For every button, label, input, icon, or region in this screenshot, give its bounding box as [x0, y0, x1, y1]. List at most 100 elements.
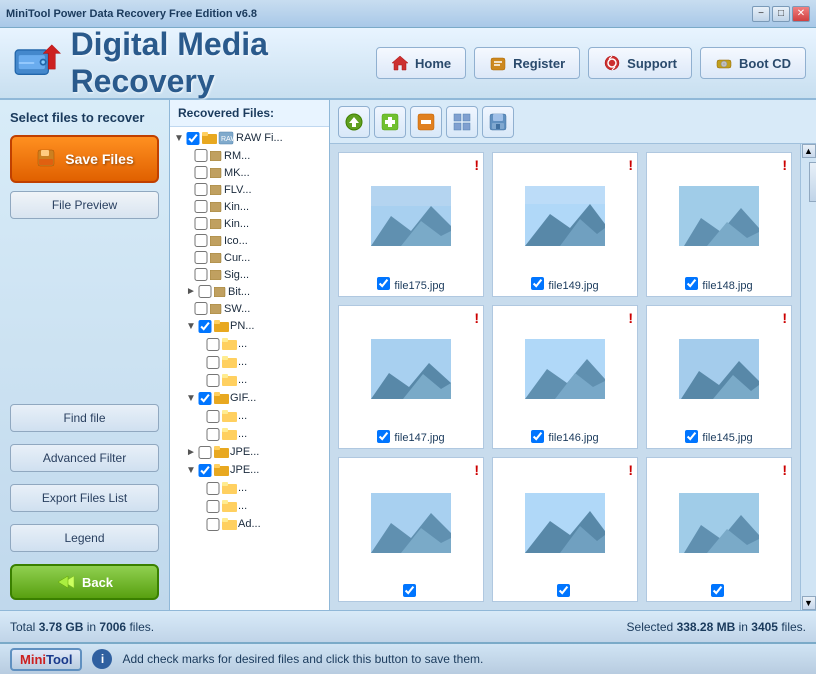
image-cell[interactable]: ! file149.jpg: [492, 152, 638, 297]
tree-item[interactable]: Cur...: [170, 249, 329, 266]
tree-checkbox[interactable]: [198, 464, 212, 477]
tree-item[interactable]: ...: [170, 407, 329, 425]
cell-checkbox[interactable]: [403, 584, 416, 597]
scroll-thumb[interactable]: [809, 162, 816, 202]
image-cell[interactable]: !: [338, 457, 484, 602]
tree-item[interactable]: ► JPE...: [170, 443, 329, 461]
tree-item[interactable]: ...: [170, 335, 329, 353]
image-preview: [651, 310, 787, 429]
tree-checkbox[interactable]: [186, 132, 200, 145]
cell-checkbox[interactable]: [377, 277, 390, 290]
subfolder-icon: [222, 517, 238, 531]
vertical-scrollbar[interactable]: ▲ ▼: [800, 144, 816, 610]
tree-checkbox[interactable]: [206, 356, 220, 369]
cell-checkbox[interactable]: [557, 584, 570, 597]
tree-item[interactable]: ▼ GIF...: [170, 389, 329, 407]
file-preview-button[interactable]: File Preview: [10, 191, 159, 219]
register-button[interactable]: Register: [474, 47, 580, 79]
image-cell[interactable]: ! file147.jpg: [338, 305, 484, 450]
tree-item[interactable]: ▼ RAW RAW Fi...: [170, 129, 329, 147]
thumbnail-image: [371, 339, 451, 399]
tree-checkbox[interactable]: [198, 320, 212, 333]
tree-item[interactable]: ...: [170, 371, 329, 389]
image-cell[interactable]: ! file146.jpg: [492, 305, 638, 450]
cell-checkbox[interactable]: [685, 430, 698, 443]
tree-checkbox[interactable]: [194, 251, 208, 264]
bootcd-button[interactable]: Boot CD: [700, 47, 806, 79]
tree-item[interactable]: Ad...: [170, 515, 329, 533]
image-cell[interactable]: !: [492, 457, 638, 602]
cell-checkbox[interactable]: [711, 584, 724, 597]
tree-checkbox[interactable]: [194, 183, 208, 196]
tree-checkbox[interactable]: [206, 482, 220, 495]
tree-checkbox[interactable]: [194, 268, 208, 281]
tree-item[interactable]: RM...: [170, 147, 329, 164]
image-cell[interactable]: ! file148.jpg: [646, 152, 792, 297]
tree-item[interactable]: ...: [170, 479, 329, 497]
file-type-icon: RAW: [218, 131, 234, 145]
advanced-filter-button[interactable]: Advanced Filter: [10, 444, 159, 472]
support-button[interactable]: Support: [588, 47, 692, 79]
tree-checkbox[interactable]: [206, 518, 220, 531]
tree-checkbox[interactable]: [194, 302, 208, 315]
remove-button[interactable]: [410, 106, 442, 138]
image-preview: [343, 157, 479, 276]
export-files-list-button[interactable]: Export Files List: [10, 484, 159, 512]
tree-checkbox[interactable]: [206, 410, 220, 423]
save-button[interactable]: [482, 106, 514, 138]
tree-checkbox[interactable]: [206, 428, 220, 441]
tree-item[interactable]: ...: [170, 497, 329, 515]
tree-checkbox[interactable]: [194, 234, 208, 247]
tree-item[interactable]: Kin...: [170, 198, 329, 215]
main-layout: Select files to recover Save Files File …: [0, 100, 816, 610]
save-files-button[interactable]: Save Files: [10, 135, 159, 183]
tree-item[interactable]: FLV...: [170, 181, 329, 198]
image-cell[interactable]: ! file145.jpg: [646, 305, 792, 450]
grid-view-button[interactable]: [446, 106, 478, 138]
tree-checkbox[interactable]: [194, 166, 208, 179]
image-cell[interactable]: ! file175.jpg: [338, 152, 484, 297]
tree-item[interactable]: ▼ PN...: [170, 317, 329, 335]
save-icon: [489, 113, 507, 131]
tree-item[interactable]: Ico...: [170, 232, 329, 249]
tree-item[interactable]: ...: [170, 425, 329, 443]
navigate-up-button[interactable]: [338, 106, 370, 138]
tree-checkbox[interactable]: [194, 200, 208, 213]
cell-checkbox[interactable]: [377, 430, 390, 443]
tree-checkbox[interactable]: [198, 446, 212, 459]
cell-checkbox[interactable]: [531, 430, 544, 443]
scroll-up-button[interactable]: ▲: [802, 144, 816, 158]
minitool-logo: MiniTool: [10, 648, 82, 671]
tree-checkbox[interactable]: [194, 217, 208, 230]
find-file-button[interactable]: Find file: [10, 404, 159, 432]
tree-container[interactable]: ▼ RAW RAW Fi... RM...: [170, 127, 329, 610]
tree-checkbox[interactable]: [194, 149, 208, 162]
back-button[interactable]: Back: [10, 564, 159, 600]
minimize-button[interactable]: −: [752, 6, 770, 22]
tree-item[interactable]: ► Bit...: [170, 283, 329, 300]
close-button[interactable]: ✕: [792, 6, 810, 22]
maximize-button[interactable]: □: [772, 6, 790, 22]
tree-checkbox[interactable]: [206, 338, 220, 351]
cell-checkbox[interactable]: [531, 277, 544, 290]
subfolder-icon: [222, 409, 238, 423]
scroll-down-button[interactable]: ▼: [802, 596, 816, 610]
tree-checkbox[interactable]: [198, 285, 212, 298]
legend-button[interactable]: Legend: [10, 524, 159, 552]
add-button[interactable]: [374, 106, 406, 138]
tree-item[interactable]: MK...: [170, 164, 329, 181]
home-button[interactable]: Home: [376, 47, 466, 79]
error-badge: !: [474, 157, 479, 173]
tree-item[interactable]: SW...: [170, 300, 329, 317]
tree-checkbox[interactable]: [198, 392, 212, 405]
tree-item[interactable]: Kin...: [170, 215, 329, 232]
tree-item[interactable]: ...: [170, 353, 329, 371]
tree-checkbox[interactable]: [206, 500, 220, 513]
image-cell[interactable]: !: [646, 457, 792, 602]
subfolder-icon: [222, 355, 238, 369]
status-left: Total 3.78 GB in 7006 files.: [10, 620, 408, 634]
tree-checkbox[interactable]: [206, 374, 220, 387]
tree-item[interactable]: Sig...: [170, 266, 329, 283]
cell-checkbox[interactable]: [685, 277, 698, 290]
tree-item[interactable]: ▼ JPE...: [170, 461, 329, 479]
